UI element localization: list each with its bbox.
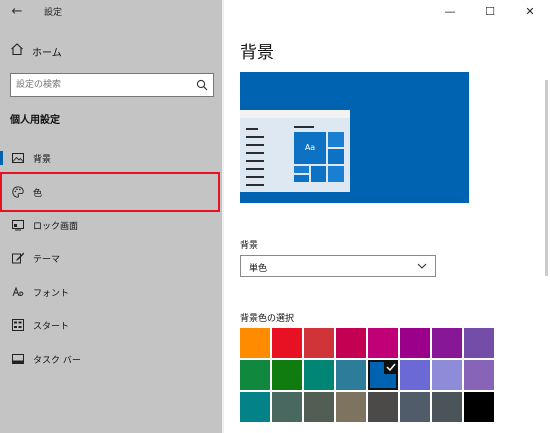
color-swatch[interactable]: [272, 328, 302, 358]
title-bar: ← 設定: [0, 0, 222, 24]
search-box[interactable]: [10, 73, 214, 97]
section-heading: 個人用設定: [10, 115, 60, 126]
color-swatch[interactable]: [240, 392, 270, 422]
sidebar-item-label: スタート: [33, 322, 70, 332]
color-swatch[interactable]: [432, 392, 462, 422]
window-controls: — ☐ ✕: [430, 0, 550, 24]
color-swatch[interactable]: [432, 328, 462, 358]
arrow-left-icon: ←: [11, 4, 23, 19]
maximize-button[interactable]: ☐: [476, 2, 504, 22]
background-label: 背景: [240, 241, 259, 251]
page-title: 背景: [240, 43, 274, 63]
sidebar-item-label: ロック画面: [33, 222, 79, 232]
color-swatch[interactable]: [336, 392, 366, 422]
color-swatch[interactable]: [432, 360, 462, 390]
app-title: 設定: [44, 8, 63, 18]
color-swatch[interactable]: [368, 392, 398, 422]
chevron-down-icon: [417, 263, 427, 269]
color-swatch[interactable]: [304, 392, 334, 422]
picture-icon: [12, 153, 24, 163]
preview-tile-large: Aa: [294, 132, 326, 164]
background-type-value: 単色: [249, 264, 268, 274]
highlight-annotation-box: [0, 172, 220, 212]
color-swatch[interactable]: [240, 328, 270, 358]
theme-brush-icon: [12, 252, 24, 264]
color-swatch[interactable]: [304, 328, 334, 358]
desktop-preview: Aa: [240, 72, 469, 203]
home-link[interactable]: ホーム: [10, 42, 210, 60]
sidebar-item-theme[interactable]: テーマ: [0, 242, 222, 274]
sidebar-item-label: フォント: [33, 289, 70, 299]
color-swatch[interactable]: [464, 360, 494, 390]
taskbar-icon: [12, 354, 24, 364]
color-swatch[interactable]: [336, 360, 366, 390]
color-swatch[interactable]: [336, 328, 366, 358]
sidebar-item-fonts[interactable]: フォント: [0, 276, 222, 308]
minimize-button[interactable]: —: [436, 2, 464, 22]
search-icon[interactable]: [196, 79, 208, 91]
home-icon: [11, 43, 23, 56]
color-swatch[interactable]: [400, 392, 430, 422]
color-swatch[interactable]: [272, 360, 302, 390]
color-swatch[interactable]: [368, 328, 398, 358]
pane-divider: [222, 0, 224, 433]
color-swatch-grid: [240, 328, 496, 428]
selection-indicator: [0, 151, 3, 165]
color-swatch[interactable]: [368, 360, 398, 390]
start-grid-icon: [12, 319, 24, 331]
sidebar-item-start[interactable]: スタート: [0, 309, 222, 341]
checkmark-icon: [384, 360, 398, 374]
preview-start-menu: Aa: [240, 110, 350, 192]
sidebar-item-lock-screen[interactable]: ロック画面: [0, 209, 222, 241]
background-type-select[interactable]: 単色: [240, 255, 436, 277]
color-swatch[interactable]: [400, 360, 430, 390]
sidebar-item-label: テーマ: [33, 255, 61, 265]
font-icon: [12, 286, 24, 297]
color-swatch[interactable]: [272, 392, 302, 422]
sidebar-item-background[interactable]: 背景: [0, 142, 222, 174]
color-swatch[interactable]: [304, 360, 334, 390]
color-swatch[interactable]: [464, 392, 494, 422]
color-swatch[interactable]: [464, 328, 494, 358]
sidebar-item-label: タスク バー: [33, 356, 81, 366]
sidebar-item-label: 背景: [33, 155, 52, 165]
close-button[interactable]: ✕: [516, 2, 544, 22]
sidebar-item-taskbar[interactable]: タスク バー: [0, 343, 222, 375]
color-swatch[interactable]: [240, 360, 270, 390]
color-swatch[interactable]: [400, 328, 430, 358]
color-select-label: 背景色の選択: [240, 314, 295, 324]
back-button[interactable]: ←: [6, 2, 28, 22]
sidebar: ← 設定 ホーム 個人用設定 背景 色: [0, 0, 222, 433]
scrollbar[interactable]: [545, 80, 548, 276]
lock-screen-icon: [12, 220, 24, 231]
home-label: ホーム: [32, 48, 62, 59]
search-input[interactable]: [16, 77, 186, 93]
